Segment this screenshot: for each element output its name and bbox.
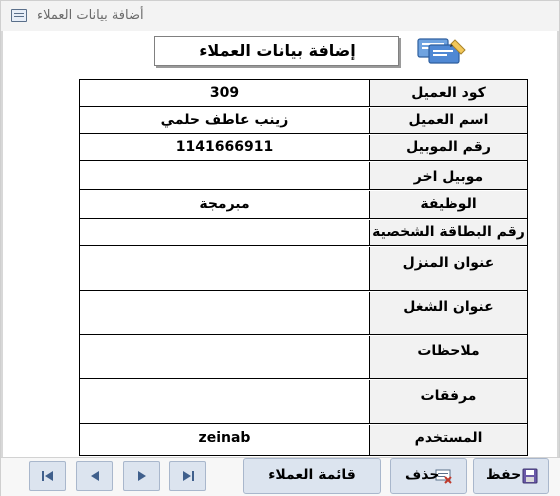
user-label: المستخدم bbox=[370, 425, 527, 455]
customer-code-label: كود العميل bbox=[370, 80, 527, 106]
customer-name-field[interactable]: زينب عاطف حلمي bbox=[80, 108, 370, 133]
customer-code-field[interactable]: 309 bbox=[80, 80, 370, 106]
first-record-button[interactable] bbox=[29, 461, 66, 491]
customers-list-button[interactable]: قائمة العملاء bbox=[243, 458, 381, 494]
field-row-work-address: عنوان الشغل bbox=[80, 292, 527, 335]
save-button[interactable]: حفظ bbox=[473, 458, 549, 494]
window-title: أضافة بيانات العملاء bbox=[37, 8, 144, 23]
home-address-label: عنوان المنزل bbox=[370, 247, 527, 290]
save-label: حفظ bbox=[486, 467, 522, 483]
page-title: إضافة بيانات العملاء bbox=[199, 41, 356, 60]
last-record-button[interactable] bbox=[169, 461, 206, 491]
mobile-label: رقم الموبيل bbox=[370, 135, 527, 160]
notes-field[interactable] bbox=[80, 336, 370, 378]
first-record-icon bbox=[42, 471, 53, 481]
form-icon bbox=[11, 9, 27, 22]
previous-record-button[interactable] bbox=[76, 461, 113, 491]
field-row-name: زينب عاطف حلمي اسم العميل bbox=[80, 108, 527, 134]
right-edge bbox=[557, 31, 559, 466]
next-record-button[interactable] bbox=[123, 461, 160, 491]
work-address-field[interactable] bbox=[80, 292, 370, 334]
customer-fields-table: 309 كود العميل زينب عاطف حلمي اسم العميل… bbox=[79, 79, 528, 456]
title-bar: أضافة بيانات العملاء bbox=[1, 1, 559, 31]
next-record-icon bbox=[138, 471, 146, 481]
id-card-label: رقم البطاقة الشخصية bbox=[370, 220, 527, 245]
field-row-other-mobile: موبيل اخر bbox=[80, 162, 527, 190]
home-address-field[interactable] bbox=[80, 247, 370, 290]
delete-label: حذف bbox=[405, 467, 440, 483]
last-record-icon bbox=[183, 471, 194, 481]
field-row-mobile: 1141666911 رقم الموبيل bbox=[80, 135, 527, 161]
customer-name-label: اسم العميل bbox=[370, 108, 527, 133]
other-mobile-label: موبيل اخر bbox=[370, 162, 527, 189]
left-edge bbox=[1, 31, 3, 466]
job-label: الوظيفة bbox=[370, 191, 527, 218]
attachments-field[interactable] bbox=[80, 380, 370, 423]
other-mobile-field[interactable] bbox=[80, 162, 370, 189]
chat-card-icon bbox=[417, 38, 466, 64]
form-header: إضافة بيانات العملاء bbox=[154, 36, 399, 66]
delete-button[interactable]: حذف bbox=[390, 458, 467, 494]
field-row-id-card: رقم البطاقة الشخصية bbox=[80, 220, 527, 246]
field-row-job: مبرمجة الوظيفة bbox=[80, 191, 527, 219]
field-row-notes: ملاحظات bbox=[80, 336, 527, 379]
field-row-user: zeinab المستخدم bbox=[80, 425, 527, 455]
job-field[interactable]: مبرمجة bbox=[80, 191, 370, 218]
id-card-field[interactable] bbox=[80, 220, 370, 245]
work-address-label: عنوان الشغل bbox=[370, 292, 527, 334]
field-row-code: 309 كود العميل bbox=[80, 80, 527, 107]
attachments-label: مرفقات bbox=[370, 380, 527, 423]
mobile-field[interactable]: 1141666911 bbox=[80, 135, 370, 160]
previous-record-icon bbox=[91, 471, 99, 481]
user-field[interactable]: zeinab bbox=[80, 425, 370, 455]
save-disk-icon bbox=[522, 468, 538, 484]
notes-label: ملاحظات bbox=[370, 336, 527, 378]
field-row-home-address: عنوان المنزل bbox=[80, 247, 527, 291]
field-row-attachments: مرفقات bbox=[80, 380, 527, 424]
form-window: أضافة بيانات العملاء إضافة بيانات العملا… bbox=[0, 0, 560, 496]
customers-list-label: قائمة العملاء bbox=[268, 467, 356, 483]
